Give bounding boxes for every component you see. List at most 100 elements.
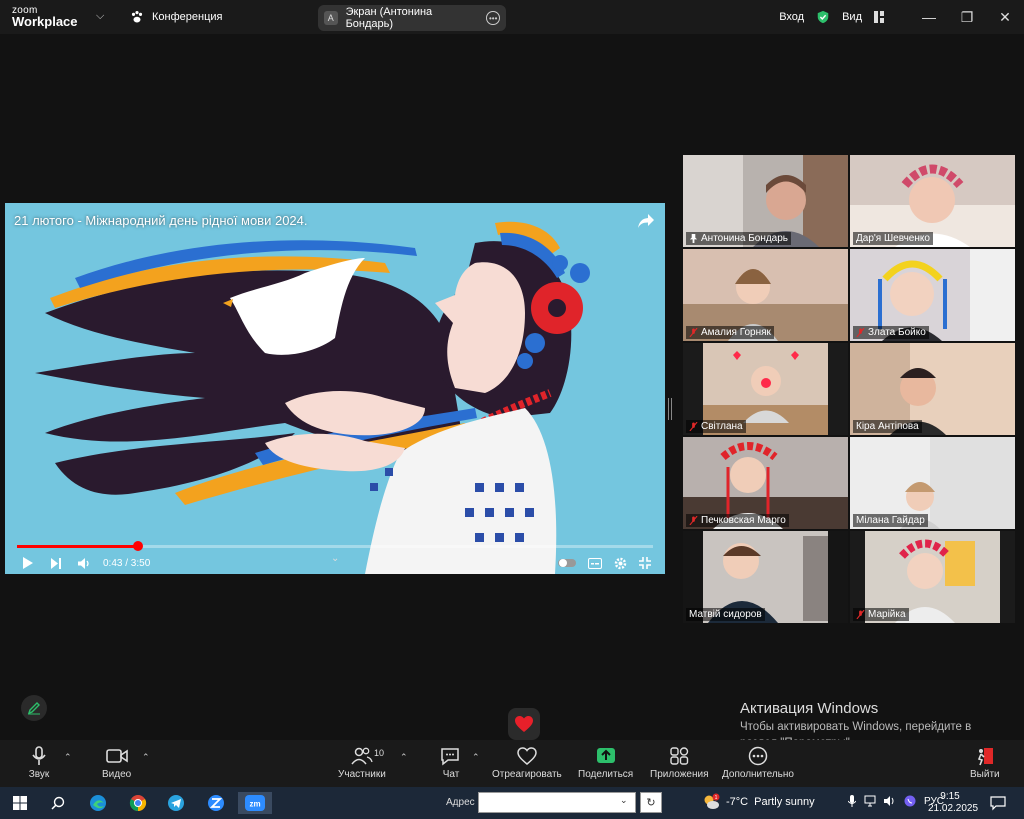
svg-text:zm: zm [249,800,260,809]
meeting-info-button[interactable]: Конференция [130,10,222,24]
share-screen-button[interactable]: Поделиться [578,746,633,780]
share-arrow-icon[interactable] [637,213,655,229]
audio-options-caret[interactable]: ⌃ [64,752,72,763]
weather-alert-badge: 1 [715,795,718,801]
participant-gallery: Антонина Бондарь Дар'я Шевченко Амалия Г… [683,155,1017,623]
weather-temp: -7°C [726,796,749,808]
participant-tile[interactable]: Злата Бойко [850,249,1015,341]
shield-icon[interactable] [816,10,830,24]
mic-muted-icon [689,422,698,431]
taskbar-clock[interactable]: 9:15 21.02.2025 [928,791,979,815]
shared-video[interactable]: 21 лютого - Міжнародний день рідної мови… [5,203,665,574]
participant-name: Злата Бойко [868,327,926,338]
chevron-down-icon[interactable]: ⌵ [96,10,104,23]
audio-label: Звук [28,769,50,780]
edge-browser-icon[interactable] [86,792,110,814]
participant-tile-active-speaker[interactable]: Матвій сидоров [683,531,848,623]
leave-label: Выйти [970,769,1000,780]
participant-name-tag: Антонина Бондарь [686,232,792,245]
participant-tile[interactable]: Амалия Горняк [683,249,848,341]
screen-share-label: Экран (Антонина Бондарь) [345,6,433,30]
pencil-icon [27,702,40,715]
tray-microphone-icon[interactable] [848,795,856,807]
splitter-handle[interactable] [668,398,672,420]
heart-outline-icon [517,747,537,765]
participant-name-tag: Дар'я Шевченко [853,232,933,245]
react-button[interactable]: Отреагировать [492,746,562,780]
chat-options-caret[interactable]: ⌃ [472,752,480,763]
settings-gear-icon[interactable] [614,557,627,570]
zoom-z-icon[interactable] [204,792,228,814]
tray-volume-icon[interactable] [884,795,896,807]
next-icon[interactable] [47,556,65,570]
notifications-icon[interactable] [990,795,1006,811]
restore-button[interactable]: ❐ [948,9,986,26]
refresh-icon[interactable]: ↻ [640,792,662,813]
participant-tile[interactable]: Світлана [683,343,848,435]
sharer-avatar: A [324,11,338,25]
more-options-icon[interactable]: ••• [486,11,500,25]
view-button[interactable]: Вид [842,11,862,23]
tray-viber-icon[interactable] [904,795,916,807]
weather-sun-cloud-icon: 1 [704,793,720,809]
participant-name-tag: Матвій сидоров [686,608,765,621]
more-button[interactable]: Дополнительно [722,746,794,780]
address-dropdown-icon[interactable]: ⌄ [620,795,628,806]
activation-title: Активация Windows [740,700,879,717]
video-scrubber-handle[interactable] [132,541,143,551]
video-options-caret[interactable]: ⌃ [142,752,150,763]
windows-taskbar: zm Адрес ⌄ ↻ 1 -7°C Partly sunny РУС 9:1… [0,787,1024,819]
video-time: 0:43 / 3:50 [103,557,151,569]
chat-button[interactable]: Чат [440,746,462,780]
volume-icon[interactable] [75,556,93,570]
participants-options-caret[interactable]: ⌃ [400,752,408,763]
grid-view-icon[interactable] [874,11,884,23]
play-icon[interactable] [19,556,37,570]
telegram-icon[interactable] [164,792,188,814]
video-controls: 0:43 / 3:50 [5,553,665,573]
participant-name: Світлана [701,421,743,432]
meeting-toolbar: Звук ⌃ Видео ⌃ Участники 10 ⌃ Чат ⌃ Отре… [0,740,1024,787]
apps-button[interactable]: Приложения [650,746,709,780]
titlebar-right: Вход Вид — ❐ ✕ [779,0,1024,34]
clock-date: 21.02.2025 [928,803,979,814]
heart-reaction-button[interactable] [508,708,540,740]
share-label: Поделиться [578,769,634,780]
tray-network-icon[interactable] [864,795,876,807]
close-button[interactable]: ✕ [986,9,1024,26]
minimize-button[interactable]: — [910,9,948,25]
participant-tile[interactable]: Мілана Гайдар [850,437,1015,529]
video-button[interactable]: Видео [102,746,131,780]
participant-name-tag: Світлана [686,420,746,433]
search-icon[interactable] [46,792,70,814]
video-frame-image [5,203,665,574]
participant-name: Дар'я Шевченко [856,233,930,244]
mic-muted-icon [856,610,865,619]
participant-tile[interactable]: Кіра Антіпова [850,343,1015,435]
exit-fullscreen-icon[interactable] [639,557,651,569]
weather-widget[interactable]: 1 -7°C Partly sunny [702,793,815,811]
heart-icon [515,716,533,732]
autoplay-toggle-icon[interactable] [558,558,576,568]
participant-tile[interactable]: Марійка [850,531,1015,623]
zoom-logo: zoom Workplace [12,5,78,28]
chrome-browser-icon[interactable] [126,792,150,814]
screen-share-pill[interactable]: A Экран (Антонина Бондарь) ••• [318,5,506,31]
mic-muted-icon [689,328,698,337]
annotate-pencil-button[interactable] [21,695,47,721]
participant-tile[interactable]: Антонина Бондарь [683,155,848,247]
more-dots-icon [748,746,768,766]
participant-tile[interactable]: Дар'я Шевченко [850,155,1015,247]
leave-door-icon [977,748,993,766]
share-screen-icon [596,748,615,763]
audio-button[interactable]: Звук [28,746,50,780]
subtitles-icon[interactable] [588,557,602,569]
participant-name: Марійка [868,609,906,620]
windows-start-icon[interactable] [8,792,32,814]
zoom-meeting-taskbar-icon[interactable]: zm [238,792,272,814]
address-input[interactable] [478,792,636,813]
signin-button[interactable]: Вход [779,11,804,23]
leave-button[interactable]: Выйти [970,746,1000,780]
video-progress-bar[interactable] [17,541,653,551]
participant-tile[interactable]: Печковская Марго [683,437,848,529]
